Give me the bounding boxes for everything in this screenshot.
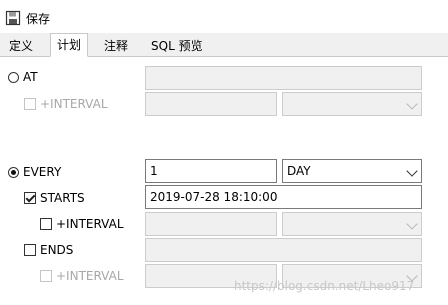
every-radio-indicator <box>8 166 19 178</box>
at-interval-checkbox[interactable]: +INTERVAL <box>24 95 108 113</box>
starts-label: STARTS <box>40 191 85 205</box>
starts-interval-checkbox-box <box>40 218 52 230</box>
chevron-down-icon <box>406 165 418 177</box>
at-interval-label: +INTERVAL <box>40 97 108 111</box>
every-unit-select[interactable]: DAY <box>282 159 422 183</box>
ends-checkbox[interactable]: ENDS <box>24 241 73 259</box>
starts-checkbox[interactable]: STARTS <box>24 189 85 207</box>
ends-interval-checkbox[interactable]: +INTERVAL <box>40 267 124 285</box>
starts-interval-unit-select[interactable] <box>282 212 422 236</box>
every-radio[interactable]: EVERY <box>8 163 61 181</box>
toolbar: 保存 <box>0 0 448 33</box>
schedule-panel: AT +INTERVAL EVERY 1 DAY STARTS 2019-07-… <box>0 57 448 305</box>
ends-checkbox-box <box>24 244 36 256</box>
tab-definition[interactable]: 定义 <box>3 36 39 57</box>
every-unit-value: DAY <box>287 164 311 178</box>
ends-label: ENDS <box>40 243 74 257</box>
tab-comment[interactable]: 注释 <box>98 36 134 57</box>
tab-schedule[interactable]: 计划 <box>50 33 89 57</box>
at-datetime-input[interactable] <box>145 66 422 90</box>
at-interval-checkbox-box <box>24 98 36 110</box>
chevron-down-icon <box>406 218 418 230</box>
every-label: EVERY <box>23 165 62 179</box>
starts-checkbox-box <box>24 192 36 204</box>
tab-sql-preview[interactable]: SQL 预览 <box>145 36 209 57</box>
save-label: 保存 <box>26 11 51 26</box>
at-label: AT <box>23 70 38 84</box>
at-interval-unit-select[interactable] <box>282 92 422 116</box>
ends-interval-checkbox-box <box>40 270 52 282</box>
save-button[interactable]: 保存 <box>5 9 50 27</box>
tab-bar: 定义 计划 注释 SQL 预览 <box>0 33 448 57</box>
at-radio[interactable]: AT <box>8 68 38 86</box>
starts-interval-value-input[interactable] <box>145 212 277 236</box>
chevron-down-icon <box>406 98 418 110</box>
watermark: https://blog.csdn.net/Lheo917 <box>234 279 415 293</box>
ends-datetime-input[interactable] <box>145 238 422 262</box>
every-value-input[interactable]: 1 <box>145 159 277 183</box>
starts-interval-label: +INTERVAL <box>56 217 124 231</box>
floppy-disk-icon <box>5 10 21 26</box>
starts-interval-checkbox[interactable]: +INTERVAL <box>40 215 124 233</box>
at-radio-indicator <box>8 71 19 83</box>
starts-datetime-input[interactable]: 2019-07-28 18:10:00 <box>145 185 422 209</box>
ends-interval-label: +INTERVAL <box>56 269 124 283</box>
at-interval-value-input[interactable] <box>145 92 277 116</box>
